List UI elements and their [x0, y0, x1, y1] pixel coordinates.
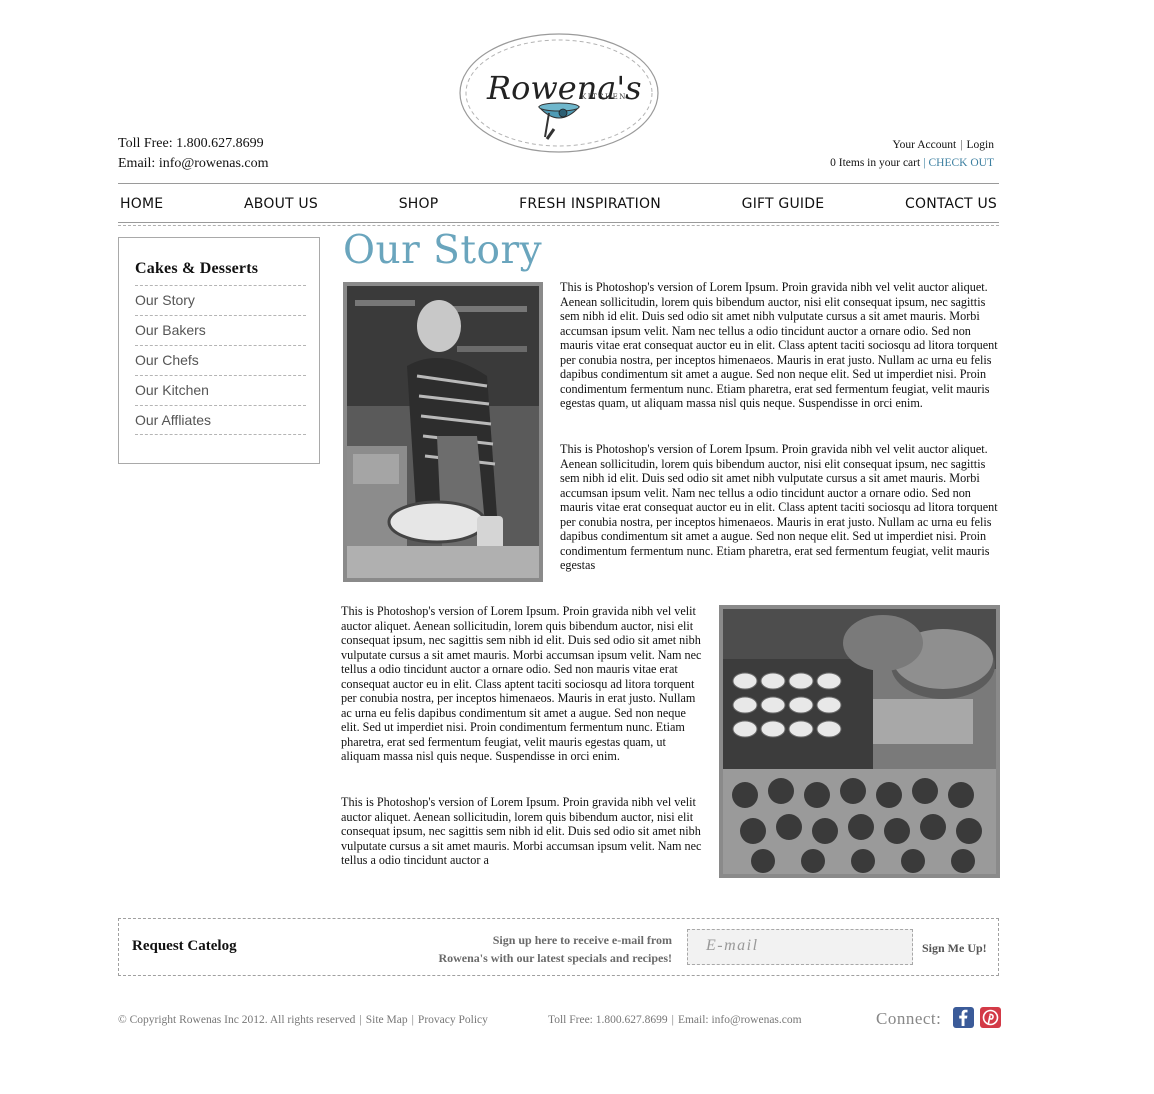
pinterest-glyph [982, 1009, 999, 1026]
story-paragraph-3: This is Photoshop's version of Lorem Ips… [341, 604, 702, 763]
main-nav: HOME ABOUT US SHOP FRESH INSPIRATION GIF… [118, 190, 999, 218]
footer-toll-free: Toll Free: 1.800.627.8699 [548, 1014, 668, 1026]
nav-top-rule [118, 183, 999, 184]
sidebar-item-our-chefs[interactable]: Our Chefs [135, 345, 306, 375]
sign-me-up-button[interactable]: Sign Me Up! [922, 941, 987, 956]
nav-shop[interactable]: SHOP [397, 196, 441, 212]
sidebar-item-our-bakers[interactable]: Our Bakers [135, 315, 306, 345]
copyright-text: © Copyright Rowenas Inc 2012. All rights… [118, 1014, 356, 1026]
signup-line-2: Rowena's with our latest specials and re… [438, 951, 672, 965]
privacy-policy-link[interactable]: Provacy Policy [418, 1014, 488, 1026]
your-account-link[interactable]: Your Account [893, 139, 957, 151]
connect-label: Connect: [876, 1009, 942, 1028]
sidebar-title: Cakes & Desserts [135, 260, 259, 277]
nav-bottom-rule [118, 222, 999, 223]
logo-wordmark: Rowena's [486, 69, 642, 107]
nav-gift-guide[interactable]: GIFT GUIDE [740, 196, 827, 212]
facebook-glyph [959, 1009, 968, 1026]
footer-links: © Copyright Rowenas Inc 2012. All rights… [118, 1014, 488, 1026]
pinterest-icon[interactable] [980, 1007, 1001, 1028]
footer-email[interactable]: Email: info@rowenas.com [678, 1014, 802, 1026]
nav-about-us[interactable]: ABOUT US [242, 196, 320, 212]
footer-contact: Toll Free: 1.800.627.8699 | Email: info@ro… [548, 1014, 802, 1026]
sidebar-menu: Our Story Our Bakers Our Chefs Our Kitch… [135, 285, 306, 435]
baked-goods-photo [719, 605, 1000, 878]
sidebar-item-our-kitchen[interactable]: Our Kitchen [135, 375, 306, 405]
facebook-icon[interactable] [953, 1007, 974, 1028]
nav-fresh-inspiration[interactable]: FRESH INSPIRATION [517, 196, 663, 212]
checkout-link[interactable]: CHECK OUT [929, 157, 995, 169]
nav-contact-us[interactable]: CONTACT US [903, 196, 999, 212]
signup-description: Sign up here to receive e-mail from Rowe… [400, 931, 672, 967]
story-paragraph-1: This is Photoshop's version of Lorem Ips… [560, 280, 998, 410]
story-paragraph-2: This is Photoshop's version of Lorem Ips… [560, 442, 998, 572]
sidebar-item-our-affliates[interactable]: Our Affliates [135, 405, 306, 435]
email-input[interactable]: E-mail [687, 929, 913, 965]
divider: | [960, 139, 963, 151]
login-link[interactable]: Login [967, 139, 994, 151]
divider: | [671, 1014, 674, 1026]
logo-badge: Rowena's KITCHEN [459, 33, 659, 153]
signup-line-1: Sign up here to receive e-mail from [492, 933, 672, 947]
baker-photo [343, 282, 543, 582]
header-toll-free: Toll Free: 1.800.627.8699 [118, 136, 264, 151]
site-map-link[interactable]: Site Map [366, 1014, 408, 1026]
baked-goods-photo-image [723, 609, 996, 874]
catalog-title: Request Catelog [132, 938, 237, 954]
baker-photo-image [347, 286, 539, 578]
account-box: Your Account | Login 0 Items in your cart |… [830, 136, 994, 172]
cart-status[interactable]: 0 Items in your cart [830, 157, 920, 169]
logo-subtitle: KITCHEN [581, 93, 627, 101]
story-paragraph-4: This is Photoshop's version of Lorem Ips… [341, 795, 702, 867]
divider: | [359, 1014, 362, 1026]
nav-bottom-dashed-rule [118, 225, 999, 226]
site-logo[interactable]: Rowena's KITCHEN [459, 33, 659, 153]
header-contact: Toll Free: 1.800.627.8699 Email: info@ro… [118, 134, 269, 174]
divider: | [923, 157, 926, 169]
nav-home[interactable]: HOME [118, 196, 165, 212]
header-email: Email: info@rowenas.com [118, 156, 269, 171]
page-title: Our Story [343, 228, 543, 273]
sidebar-item-our-story[interactable]: Our Story [135, 285, 306, 315]
divider: | [411, 1014, 414, 1026]
